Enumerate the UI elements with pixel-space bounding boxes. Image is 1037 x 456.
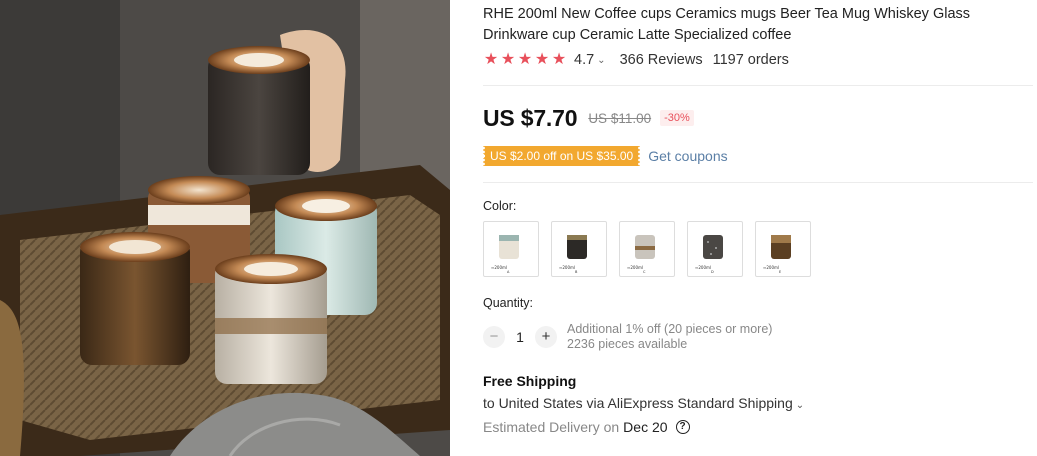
delivery-label: Estimated Delivery on xyxy=(483,419,620,435)
discount-badge: -30% xyxy=(660,110,694,126)
cup-thumbnail: ≈200ml E xyxy=(763,235,791,274)
decrease-button[interactable]: − xyxy=(483,326,505,348)
current-price: US $7.70 xyxy=(483,104,578,131)
star-icon: ★ xyxy=(500,51,516,68)
reviews-link[interactable]: 366 Reviews xyxy=(620,52,703,68)
color-swatches: ≈200ml A ≈200ml B ≈200ml C ≈200ml D ≈200… xyxy=(483,221,811,277)
cup-thumbnail: ≈200ml D xyxy=(695,235,723,274)
star-icon: ★ xyxy=(534,51,550,68)
original-price: US $11.00 xyxy=(588,110,652,126)
color-label: Color: xyxy=(483,199,517,213)
variant-letter: B xyxy=(575,270,578,274)
color-option-d[interactable]: ≈200ml D xyxy=(687,221,743,277)
price-row: US $7.70 US $11.00 -30% xyxy=(483,103,694,133)
chevron-down-icon[interactable]: ⌄ xyxy=(597,55,605,66)
available-count: 2236 pieces available xyxy=(567,337,688,351)
shipping-method[interactable]: to United States via AliExpress Standard… xyxy=(483,395,804,411)
size-label: ≈200ml xyxy=(695,265,711,270)
shipping-title: Free Shipping xyxy=(483,373,577,389)
color-option-e[interactable]: ≈200ml E xyxy=(755,221,811,277)
size-label: ≈200ml xyxy=(559,265,575,270)
coupon-tag[interactable]: US $2.00 off on US $35.00 xyxy=(481,146,642,166)
color-option-a[interactable]: ≈200ml A xyxy=(483,221,539,277)
color-option-b[interactable]: ≈200ml B xyxy=(551,221,607,277)
star-icon: ★ xyxy=(517,51,533,68)
divider xyxy=(483,182,1033,183)
variant-letter: C xyxy=(643,270,646,274)
quantity-label: Quantity: xyxy=(483,296,534,310)
cup-thumbnail: ≈200ml C xyxy=(627,235,655,274)
orders-count: 1197 orders xyxy=(712,52,789,68)
quantity-note: Additional 1% off (20 pieces or more) 22… xyxy=(567,322,772,352)
size-label: ≈200ml xyxy=(627,265,643,270)
size-label: ≈200ml xyxy=(491,265,507,270)
help-icon[interactable]: ? xyxy=(675,420,690,434)
shipping-method-label: to United States via AliExpress Standard… xyxy=(483,395,793,411)
cup-thumbnail: ≈200ml A xyxy=(491,235,519,274)
variant-letter: A xyxy=(507,270,510,274)
product-image[interactable] xyxy=(0,0,450,456)
chevron-down-icon[interactable]: ⌄ xyxy=(796,400,804,411)
color-option-c[interactable]: ≈200ml C xyxy=(619,221,675,277)
star-icon: ★ xyxy=(483,51,499,68)
rating-score[interactable]: 4.7 xyxy=(574,52,594,68)
variant-letter: D xyxy=(711,270,714,274)
product-title: RHE 200ml New Coffee cups Ceramics mugs … xyxy=(483,6,971,43)
bulk-discount-note: Additional 1% off (20 pieces or more) xyxy=(567,322,773,336)
delivery-date: Dec 20 xyxy=(623,419,668,435)
coupon-row: US $2.00 off on US $35.00 Get coupons xyxy=(481,145,728,167)
get-coupons-link[interactable]: Get coupons xyxy=(648,148,727,164)
increase-button[interactable]: + xyxy=(535,326,557,348)
variant-letter: E xyxy=(779,270,781,274)
quantity-stepper: − 1 + Additional 1% off (20 pieces or mo… xyxy=(483,322,772,352)
delivery-estimate: Estimated Delivery on Dec 20 ? xyxy=(483,419,690,435)
size-label: ≈200ml xyxy=(763,265,779,270)
cup-thumbnail: ≈200ml B xyxy=(559,235,587,274)
star-icon: ★ xyxy=(551,51,567,68)
quantity-value[interactable]: 1 xyxy=(505,329,535,345)
divider xyxy=(483,85,1033,86)
rating-row: ★ ★ ★ ★ ★ 4.7 ⌄ 366 Reviews 1197 orders xyxy=(483,51,789,69)
rating-stars: ★ ★ ★ ★ ★ xyxy=(483,52,567,68)
